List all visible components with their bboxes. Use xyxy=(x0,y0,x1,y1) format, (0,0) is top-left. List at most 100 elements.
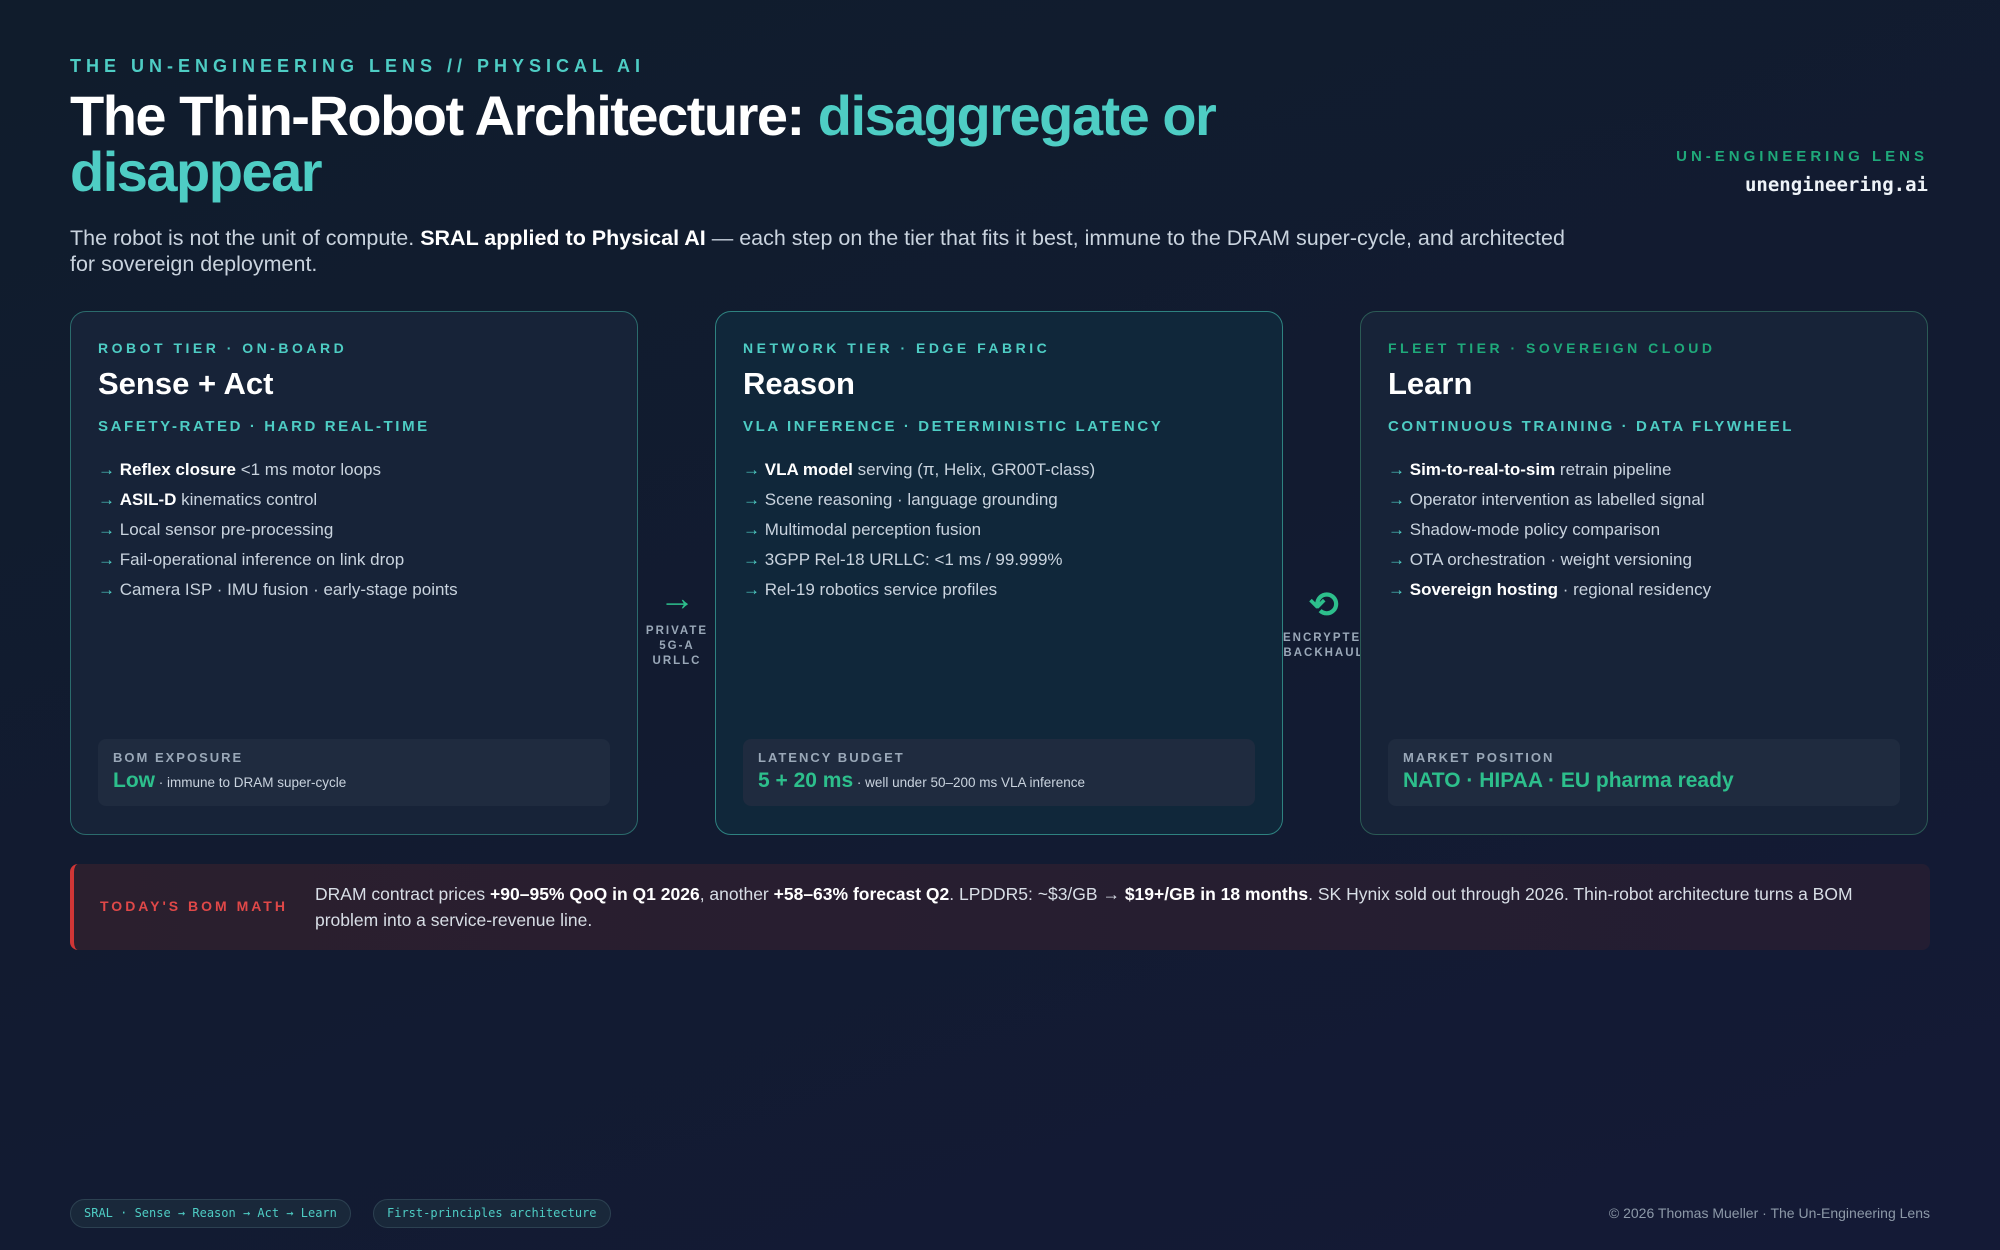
cycle-icon: ⟲ xyxy=(1308,584,1340,625)
bom-exposure-box: BOM EXPOSURE Low · immune to DRAM super-… xyxy=(98,739,610,806)
list-item: → 3GPP Rel-18 URLLC: <1 ms / 99.999% xyxy=(743,545,1255,575)
connector-label: PRIVATE 5G-A URLLC xyxy=(638,624,716,669)
list-item: → Local sensor pre-processing xyxy=(98,515,610,545)
connector-label-line: BACKHAUL xyxy=(1283,647,1365,659)
page-title: The Thin-Robot Architecture: disaggregat… xyxy=(70,88,1370,200)
bom-text-part: . LPDDR5: ~$3/GB → xyxy=(949,884,1125,904)
connector-label-line: 5G-A xyxy=(659,640,695,652)
item-bold: Reflex closure xyxy=(119,460,236,479)
connector-label: ENCRYPTED BACKHAUL xyxy=(1283,631,1372,661)
sral-pill[interactable]: SRAL · Sense → Reason → Act → Learn xyxy=(70,1199,351,1228)
item-text: Scene reasoning · language grounding xyxy=(764,490,1058,509)
item-bold: Sovereign hosting xyxy=(1409,580,1559,599)
tier-subtitle: CONTINUOUS TRAINING · DATA FLYWHEEL xyxy=(1388,418,1794,435)
arrow-right-icon: → xyxy=(98,460,115,479)
bom-text-emphasis: +90–95% QoQ in Q1 2026 xyxy=(490,884,700,904)
bom-text-emphasis: $19+/GB in 18 months xyxy=(1124,884,1309,904)
list-item: → Sim-to-real-to-sim retrain pipeline xyxy=(1388,455,1900,485)
connector-label-line: PRIVATE xyxy=(645,625,709,637)
title-main: The Thin-Robot Architecture: xyxy=(70,84,805,147)
arrow-right-icon: → xyxy=(1388,550,1405,569)
arrow-right-icon: → xyxy=(743,550,760,569)
item-text: Fail-operational inference on link drop xyxy=(119,550,405,569)
arrow-right-icon: → xyxy=(743,460,760,479)
footer-value: NATO · HIPAA · EU pharma ready xyxy=(1403,769,1734,792)
footer-label: LATENCY BUDGET xyxy=(758,750,905,765)
item-bold: Sim-to-real-to-sim xyxy=(1409,460,1556,479)
arrow-right-icon: → xyxy=(98,490,115,509)
kicker: THE UN-ENGINEERING LENS // PHYSICAL AI xyxy=(70,56,646,76)
tier-subtitle: SAFETY-RATED · HARD REAL-TIME xyxy=(98,418,430,435)
arrow-right-icon: → xyxy=(743,490,760,509)
footer-value: Low xyxy=(113,769,155,792)
tier-items: → Sim-to-real-to-sim retrain pipeline → … xyxy=(1388,455,1900,605)
arrow-right-icon: → xyxy=(1388,520,1405,539)
connector-private-5g: → PRIVATE 5G-A URLLC xyxy=(638,580,716,669)
footer-value-row: 5 + 20 ms · well under 50–200 ms VLA inf… xyxy=(758,769,1240,793)
market-position-box: MARKET POSITION NATO · HIPAA · EU pharma… xyxy=(1388,739,1900,806)
fleet-tier-card: FLEET TIER · SOVEREIGN CLOUD Learn CONTI… xyxy=(1360,311,1928,835)
network-tier-card: NETWORK TIER · EDGE FABRIC Reason VLA IN… xyxy=(715,311,1283,835)
arrow-right-icon: → xyxy=(98,550,115,569)
connector-label-line: ENCRYPTED xyxy=(1283,632,1372,644)
item-text: serving (π, Helix, GR00T-class) xyxy=(852,460,1096,479)
arrow-right-icon: → xyxy=(743,520,760,539)
copyright: © 2026 Thomas Mueller · The Un-Engineeri… xyxy=(1608,1205,1930,1221)
item-text: <1 ms motor loops xyxy=(235,460,381,479)
bom-math-text: DRAM contract prices +90–95% QoQ in Q1 2… xyxy=(315,881,1905,933)
tier-subtitle: VLA INFERENCE · DETERMINISTIC LATENCY xyxy=(743,418,1164,435)
footer-label: BOM EXPOSURE xyxy=(113,750,244,765)
tier-label: NETWORK TIER · EDGE FABRIC xyxy=(743,340,1051,356)
list-item: → OTA orchestration · weight versioning xyxy=(1388,545,1900,575)
list-item: → ASIL-D kinematics control xyxy=(98,485,610,515)
list-item: → Multimodal perception fusion xyxy=(743,515,1255,545)
item-text: kinematics control xyxy=(176,490,318,509)
tier-items: → Reflex closure <1 ms motor loops → ASI… xyxy=(98,455,610,605)
brand-url[interactable]: unengineering.ai xyxy=(1745,174,1928,196)
tier-title: Learn xyxy=(1388,366,1473,401)
footer-value: 5 + 20 ms xyxy=(758,769,854,792)
tier-title: Sense + Act xyxy=(98,366,274,401)
arrow-right-icon: → xyxy=(1388,460,1405,479)
latency-budget-box: LATENCY BUDGET 5 + 20 ms · well under 50… xyxy=(743,739,1255,806)
list-item: → Operator intervention as labelled sign… xyxy=(1388,485,1900,515)
bom-text-emphasis: +58–63% forecast Q2 xyxy=(773,884,950,904)
lede-part-1: The robot is not the unit of compute. xyxy=(70,226,415,250)
item-text: 3GPP Rel-18 URLLC: <1 ms / 99.999% xyxy=(764,550,1063,569)
robot-tier-card: ROBOT TIER · ON-BOARD Sense + Act SAFETY… xyxy=(70,311,638,835)
arrow-right-icon: → xyxy=(98,580,115,599)
lede: The robot is not the unit of compute. SR… xyxy=(70,225,1570,277)
item-text: OTA orchestration · weight versioning xyxy=(1409,550,1692,569)
item-bold: VLA model xyxy=(764,460,853,479)
footer-value-row: NATO · HIPAA · EU pharma ready xyxy=(1403,769,1885,793)
list-item: → Sovereign hosting · regional residency xyxy=(1388,575,1900,605)
connector-encrypted-backhaul: ⟲ ENCRYPTED BACKHAUL xyxy=(1283,584,1372,661)
footer-note: · immune to DRAM super-cycle xyxy=(155,775,347,790)
list-item: → VLA model serving (π, Helix, GR00T-cla… xyxy=(743,455,1255,485)
item-text: Shadow-mode policy comparison xyxy=(1409,520,1661,539)
tier-label: ROBOT TIER · ON-BOARD xyxy=(98,340,348,356)
item-text: retrain pipeline xyxy=(1555,460,1672,479)
bom-math-banner: TODAY'S BOM MATH DRAM contract prices +9… xyxy=(70,864,1930,950)
list-item: → Shadow-mode policy comparison xyxy=(1388,515,1900,545)
item-text: Operator intervention as labelled signal xyxy=(1409,490,1705,509)
list-item: → Scene reasoning · language grounding xyxy=(743,485,1255,515)
brand-kicker: UN-ENGINEERING LENS xyxy=(1676,148,1928,165)
tier-title: Reason xyxy=(743,366,855,401)
arrow-right-icon: → xyxy=(98,520,115,539)
first-principles-pill[interactable]: First-principles architecture xyxy=(373,1199,611,1228)
lede-emphasis: SRAL applied to Physical AI xyxy=(420,226,706,250)
tier-label: FLEET TIER · SOVEREIGN CLOUD xyxy=(1388,340,1716,356)
item-text: Camera ISP · IMU fusion · early-stage po… xyxy=(119,580,458,599)
arrow-right-icon: → xyxy=(659,577,695,618)
item-text: · regional residency xyxy=(1558,580,1712,599)
item-bold: ASIL-D xyxy=(119,490,177,509)
list-item: → Rel-19 robotics service profiles xyxy=(743,575,1255,605)
tier-items: → VLA model serving (π, Helix, GR00T-cla… xyxy=(743,455,1255,605)
list-item: → Fail-operational inference on link dro… xyxy=(98,545,610,575)
item-text: Rel-19 robotics service profiles xyxy=(764,580,998,599)
footer-note: · well under 50–200 ms VLA inference xyxy=(853,775,1086,790)
footer-value-row: Low · immune to DRAM super-cycle xyxy=(113,769,595,793)
arrow-right-icon: → xyxy=(1388,580,1405,599)
bom-text-part: DRAM contract prices xyxy=(315,884,491,904)
